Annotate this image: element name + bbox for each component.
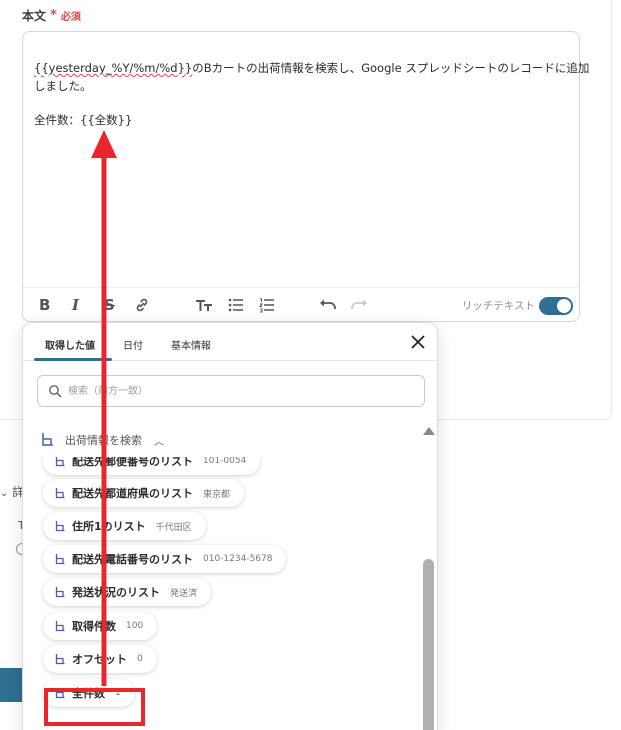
- tab-basic-info[interactable]: 基本情報: [171, 337, 211, 352]
- item-value: 千代田区: [155, 522, 192, 533]
- bullet-list-icon[interactable]: [228, 296, 244, 314]
- side-label: ⌄ 詳: [0, 483, 24, 500]
- step-icon: [55, 488, 65, 499]
- item-value: 0: [137, 654, 143, 664]
- field-label: 本文 * 必須: [22, 7, 81, 24]
- body-editor[interactable]: {{yesterday_%Y/%m/%d}}のBカートの出荷情報を検索し、Goo…: [22, 31, 589, 322]
- search-box: [37, 375, 425, 407]
- step-icon: [55, 587, 65, 598]
- scroll-up-icon[interactable]: [423, 427, 435, 435]
- item-name: 住所1のリスト: [72, 520, 146, 533]
- item-name: 配送先都道府県のリスト: [72, 487, 193, 500]
- list-item[interactable]: 取得件数 100: [43, 612, 158, 640]
- step-icon: [55, 621, 65, 632]
- step-icon: [55, 554, 65, 565]
- list-item[interactable]: 配送先郵便番号のリスト 101-0054: [43, 457, 261, 475]
- redo-icon[interactable]: [350, 296, 368, 314]
- group-header[interactable]: 出荷情報を検索 ︿: [41, 432, 164, 448]
- scroll-thumb[interactable]: [423, 559, 434, 730]
- field-label-text: 本文: [22, 9, 47, 23]
- date-variable: {{yesterday_%Y/%m/%d}}: [34, 61, 193, 75]
- list-item[interactable]: 住所1のリスト 千代田区: [43, 512, 206, 540]
- picker-tabs: 取得した値 日付 基本情報: [23, 323, 437, 361]
- value-picker-popup: 取得した値 日付 基本情報 出荷情報を検索 ︿ 配送先郵便番号のリスト 101-…: [22, 322, 438, 730]
- bold-icon[interactable]: B: [39, 296, 50, 314]
- list-scrollbar[interactable]: [421, 423, 437, 730]
- highlight-box: [44, 688, 145, 726]
- item-value: 発送済: [170, 588, 198, 599]
- list-item[interactable]: 発送状況のリスト 発送済: [43, 578, 212, 606]
- step-icon: [55, 521, 65, 532]
- strikethrough-icon[interactable]: S: [104, 296, 115, 314]
- editor-line-3: 全件数：{{全数}}: [34, 113, 133, 127]
- item-name: 配送先電話番号のリスト: [72, 553, 193, 566]
- item-value: 101-0054: [203, 457, 247, 466]
- side-chevron-icon: ⌄: [0, 488, 9, 499]
- step-icon: [42, 433, 53, 446]
- item-name: 発送状況のリスト: [72, 586, 160, 599]
- item-name: 取得件数: [72, 620, 116, 633]
- numbered-list-icon[interactable]: [259, 296, 275, 314]
- editor-line-1: {{yesterday_%Y/%m/%d}}のBカートの出荷情報を検索し、Goo…: [34, 60, 589, 76]
- editor-toolbar: B I S リッチテキスト: [23, 287, 579, 321]
- tab-date[interactable]: 日付: [123, 337, 143, 352]
- required-star: *: [50, 8, 57, 23]
- italic-icon[interactable]: I: [72, 296, 79, 314]
- search-input[interactable]: [68, 376, 408, 406]
- step-icon: [55, 654, 65, 665]
- chevron-up-icon: ︿: [154, 436, 164, 448]
- tab-acquired-values[interactable]: 取得した値: [45, 337, 95, 352]
- close-icon[interactable]: [411, 335, 425, 349]
- editor-line-1-text: のBカートの出荷情報を検索し、Google スプレッドシートのレコードに追加: [192, 61, 590, 75]
- link-icon[interactable]: [134, 296, 150, 314]
- editor-line-2: しました。: [34, 79, 92, 93]
- item-value: 100: [126, 621, 144, 631]
- item-value: 010-1234-5678: [203, 554, 273, 564]
- item-value: 東京都: [203, 489, 231, 500]
- search-icon: [49, 385, 62, 398]
- list-item[interactable]: 配送先都道府県のリスト 東京都: [43, 479, 245, 507]
- text-size-icon[interactable]: [195, 296, 213, 314]
- group-label: 出荷情報を検索: [65, 434, 142, 447]
- rich-text-toggle[interactable]: [539, 297, 573, 315]
- rich-text-label: リッチテキスト: [461, 300, 535, 312]
- undo-icon[interactable]: [319, 296, 337, 314]
- side-button[interactable]: [0, 668, 22, 702]
- list-item[interactable]: 配送先電話番号のリスト 010-1234-5678: [43, 545, 287, 573]
- toggle-knob: [557, 299, 571, 313]
- step-icon: [55, 457, 65, 467]
- list-item[interactable]: オフセット 0: [43, 645, 157, 673]
- active-tab-indicator: [34, 358, 112, 361]
- required-badge: 必須: [60, 12, 81, 23]
- item-name: 配送先郵便番号のリスト: [72, 457, 193, 468]
- item-name: オフセット: [72, 653, 127, 666]
